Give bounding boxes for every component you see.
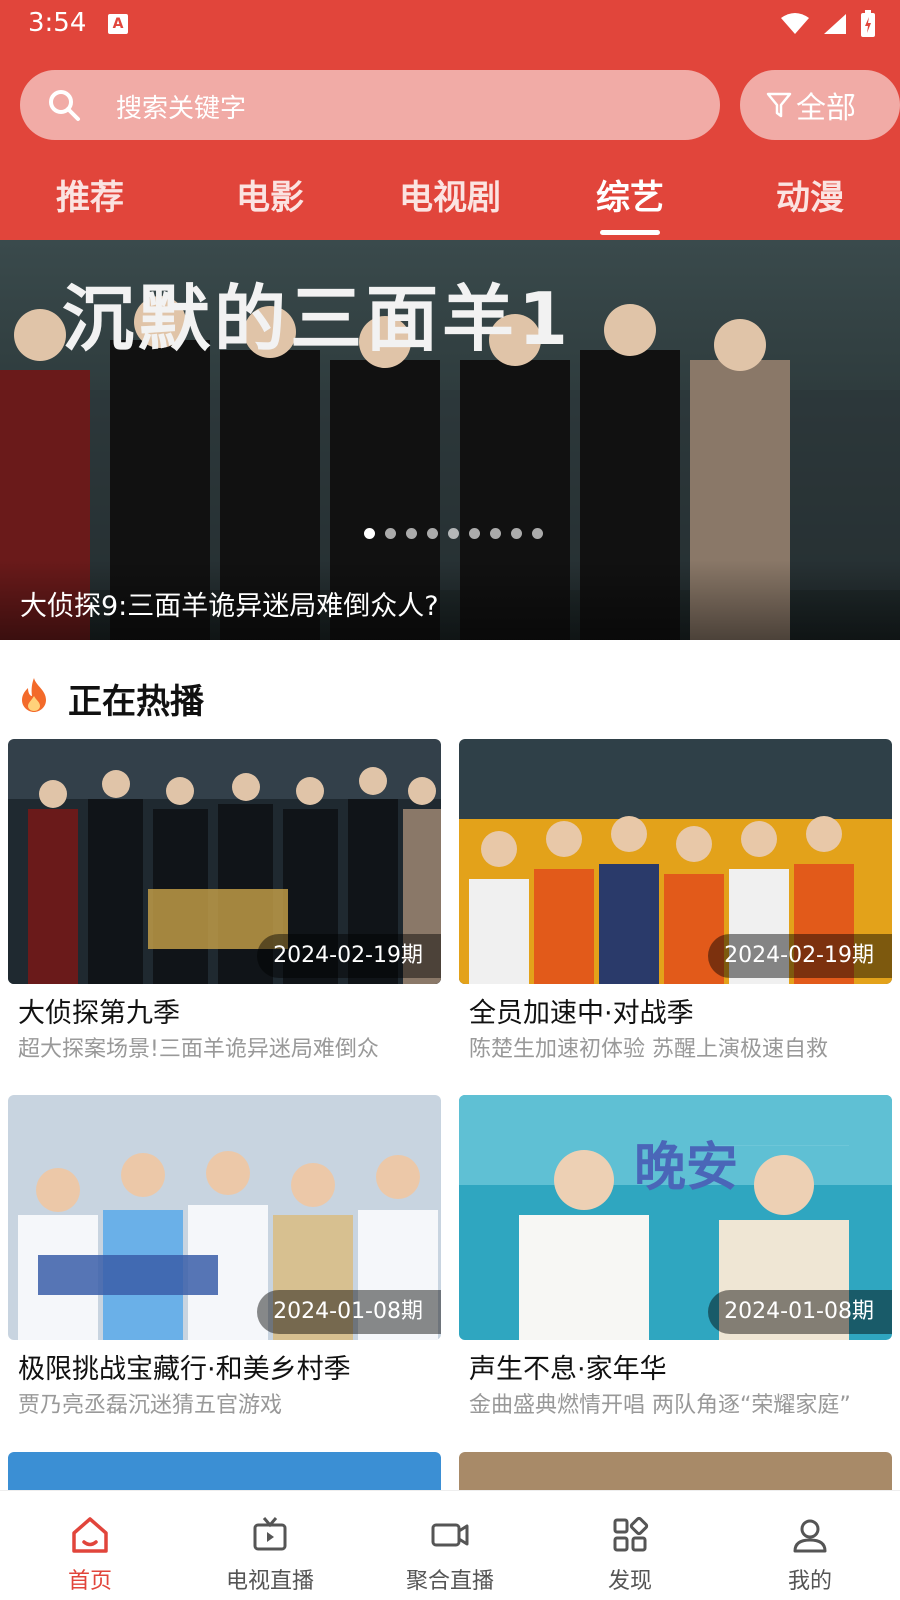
search-icon <box>49 90 80 121</box>
nav-label: 首页 <box>67 1569 112 1594</box>
pagination-dot[interactable] <box>469 528 480 539</box>
notification-icon: A <box>108 14 128 34</box>
section-title: 正在热播 <box>68 682 204 722</box>
video-card-partial[interactable] <box>8 1452 441 1492</box>
signal-icon <box>824 14 846 34</box>
bottom-navigation: 首页 电视直播 聚合直播 发现 我的 <box>0 1490 900 1600</box>
status-time: 3:54 <box>28 8 87 38</box>
video-card[interactable]: 2024-02-19期 大侦探第九季 超大探案场景!三面羊诡异迷局难倒众 <box>8 739 441 1069</box>
pagination-dot[interactable] <box>364 528 375 539</box>
video-card[interactable]: 2024-02-19期 全员加速中·对战季 陈楚生加速初体验 苏醒上演极速自救 <box>459 739 892 1069</box>
pagination-dot[interactable] <box>511 528 522 539</box>
tv-icon <box>253 1517 287 1551</box>
banner-pagination <box>364 528 543 539</box>
pagination-dot[interactable] <box>532 528 543 539</box>
card-subtitle: 陈楚生加速初体验 苏醒上演极速自救 <box>469 1037 828 1062</box>
nav-label: 我的 <box>787 1569 832 1594</box>
battery-icon <box>861 10 875 37</box>
home-icon <box>72 1517 108 1553</box>
tab-variety[interactable]: 综艺 <box>540 170 720 219</box>
nav-label: 聚合直播 <box>405 1569 494 1594</box>
active-tab-indicator <box>600 230 660 235</box>
status-bar: 3:54 A <box>0 0 900 48</box>
tab-recommend[interactable]: 推荐 <box>0 170 180 219</box>
episode-date: 2024-01-08期 <box>708 1290 892 1334</box>
nav-discover[interactable]: 发现 <box>540 1491 720 1600</box>
nav-home[interactable]: 首页 <box>0 1491 180 1600</box>
card-title: 大侦探第九季 <box>18 998 180 1029</box>
grid-icon <box>613 1516 649 1552</box>
tab-movie[interactable]: 电影 <box>180 170 360 219</box>
pagination-dot[interactable] <box>490 528 501 539</box>
nav-label: 电视直播 <box>225 1569 314 1594</box>
nav-profile[interactable]: 我的 <box>720 1491 900 1600</box>
video-card[interactable]: 2024-01-08期 极限挑战宝藏行·和美乡村季 贾乃亮丞磊沉迷猜五官游戏 <box>8 1095 441 1425</box>
card-thumbnail: 2024-01-08期 <box>8 1095 441 1340</box>
banner-headline: 沉默的三面羊1 <box>62 277 573 361</box>
nav-tv-live[interactable]: 电视直播 <box>180 1491 360 1600</box>
pagination-dot[interactable] <box>406 528 417 539</box>
filter-label: 全部 <box>796 91 856 126</box>
video-card-partial[interactable] <box>459 1452 892 1492</box>
card-title: 全员加速中·对战季 <box>469 998 694 1029</box>
card-title: 声生不息·家年华 <box>469 1354 667 1385</box>
fire-icon <box>22 678 46 712</box>
status-icons <box>780 10 876 38</box>
filter-button[interactable]: 全部 <box>740 70 900 140</box>
card-title: 极限挑战宝藏行·和美乡村季 <box>18 1354 351 1385</box>
episode-date: 2024-02-19期 <box>708 934 892 978</box>
pagination-dot[interactable] <box>427 528 438 539</box>
filter-icon <box>766 92 792 118</box>
card-thumbnail: 2024-02-19期 <box>459 739 892 984</box>
nav-aggregate-live[interactable]: 聚合直播 <box>360 1491 540 1600</box>
app-header: 3:54 A 搜索关键字 全部 推荐 电影 电视剧 综艺 动漫 <box>0 0 900 240</box>
episode-date: 2024-01-08期 <box>257 1290 441 1334</box>
video-camera-icon <box>431 1523 469 1547</box>
tab-anime[interactable]: 动漫 <box>720 170 900 219</box>
category-tabs: 推荐 电影 电视剧 综艺 动漫 <box>0 170 900 240</box>
nav-label: 发现 <box>607 1569 652 1594</box>
search-placeholder: 搜索关键字 <box>116 94 247 124</box>
pagination-dot[interactable] <box>448 528 459 539</box>
card-thumbnail: 晚安 2024-01-08期 <box>459 1095 892 1340</box>
pagination-dot[interactable] <box>385 528 396 539</box>
user-icon <box>793 1519 827 1553</box>
card-overlay-text: 晚安 <box>634 1138 739 1198</box>
card-subtitle: 金曲盛典燃情开唱 两队角逐“荣耀家庭” <box>469 1393 851 1418</box>
search-input[interactable]: 搜索关键字 <box>20 70 720 140</box>
card-thumbnail: 2024-02-19期 <box>8 739 441 984</box>
tab-tv-series[interactable]: 电视剧 <box>360 170 540 219</box>
episode-date: 2024-02-19期 <box>257 934 441 978</box>
wifi-icon <box>781 13 809 34</box>
card-subtitle: 超大探案场景!三面羊诡异迷局难倒众 <box>18 1037 379 1062</box>
banner-caption: 大侦探9:三面羊诡异迷局难倒众人? <box>20 591 439 622</box>
video-card[interactable]: 晚安 2024-01-08期 声生不息·家年华 金曲盛典燃情开唱 两队角逐“荣耀… <box>459 1095 892 1425</box>
card-subtitle: 贾乃亮丞磊沉迷猜五官游戏 <box>18 1393 283 1418</box>
